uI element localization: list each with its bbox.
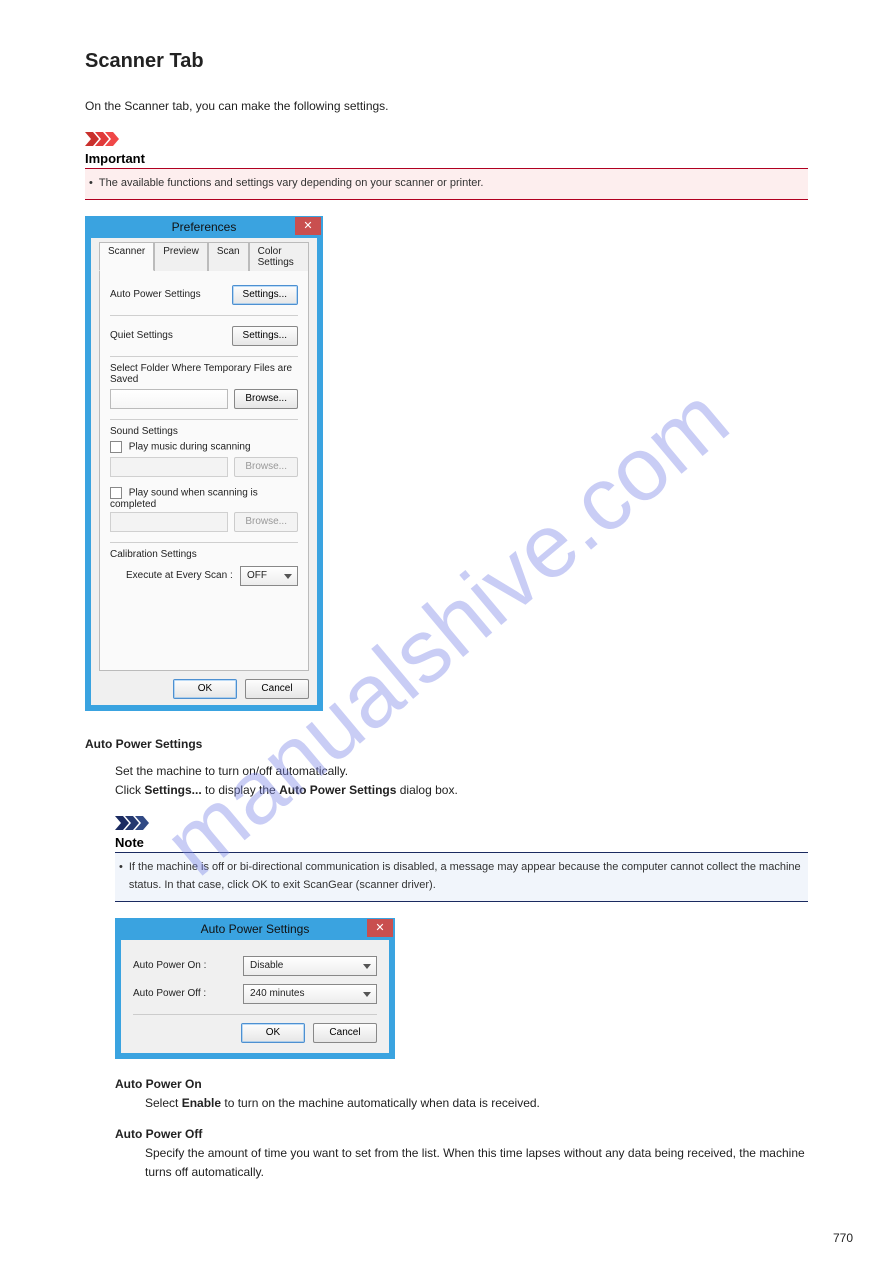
chevron-important-icon [85,132,121,146]
play-music-label: Play music during scanning [129,441,251,452]
important-rule [85,199,808,200]
auto-power-desc1: Set the machine to turn on/off automatic… [115,762,808,781]
page-number: 770 [833,1231,853,1245]
cancel-button[interactable]: Cancel [313,1023,377,1043]
row-auto-off: Auto Power Off : 240 minutes [133,980,377,1008]
auto-off-select[interactable]: 240 minutes [243,984,377,1004]
auto-power-settings-button[interactable]: Settings... [232,285,298,305]
row-calibration: Execute at Every Scan : OFF [110,562,298,590]
ok-button[interactable]: OK [241,1023,305,1043]
auto-power-dialog: Auto Power Settings ✕ Auto Power On : Di… [115,918,395,1059]
row-quiet: Quiet Settings Settings... [110,322,298,357]
page-content: Scanner Tab On the Scanner tab, you can … [0,0,893,1182]
folder-path-field[interactable] [110,389,228,409]
row-auto-power: Auto Power Settings Settings... [110,281,298,316]
titlebar: Preferences ✕ [85,216,323,238]
auto-off-label: Auto Power Off : [133,988,243,999]
page-title: Scanner Tab [85,50,808,73]
dialog-body: Scanner Preview Scan Color Settings Auto… [91,238,317,705]
browse-complete-button: Browse... [234,512,298,532]
ok-button[interactable]: OK [173,679,237,699]
tabpanel-scanner: Auto Power Settings Settings... Quiet Se… [99,270,309,671]
tab-preview[interactable]: Preview [154,242,208,271]
auto-off-block: Auto Power Off Specify the amount of tim… [115,1125,808,1183]
important-band: • The available functions and settings v… [85,168,808,199]
dialog-button-bar: OK Cancel [99,671,309,699]
row-complete-file: Browse... [110,510,298,543]
row-play-music-check: Play music during scanning [110,439,298,455]
bullet-dot: • [89,175,93,193]
auto-on-select[interactable]: Disable [243,956,377,976]
note-block: Note • If the machine is off or bi-direc… [115,816,808,901]
cancel-button[interactable]: Cancel [245,679,309,699]
music-file-field [110,457,228,477]
auto-on-block: Auto Power On Select Enable to turn on t… [115,1075,808,1113]
auto-power-section: Auto Power Settings Set the machine to t… [85,735,808,1183]
note-heading: Note [115,835,808,850]
row-folder: Browse... [110,387,298,420]
row-music-file: Browse... [110,455,298,481]
auto-off-heading: Auto Power Off [115,1125,808,1144]
play-complete-label: Play sound when scanning is completed [110,487,258,509]
execute-label: Execute at Every Scan : [126,570,233,581]
auto-power-label: Auto Power Settings [110,289,201,300]
important-heading: Important [85,151,808,166]
calibration-label: Calibration Settings [110,549,298,560]
note-band: • If the machine is off or bi-directiona… [115,852,808,900]
tab-color-settings[interactable]: Color Settings [249,242,309,271]
row-play-complete-check: Play sound when scanning is completed [110,487,298,510]
titlebar-text: Preferences [172,220,237,234]
execute-select[interactable]: OFF [240,566,298,586]
folder-label: Select Folder Where Temporary Files are … [110,363,298,385]
auto-on-value: Disable [250,960,283,971]
chevron-note-icon [115,816,151,830]
tab-scan[interactable]: Scan [208,242,249,271]
intro-text: On the Scanner tab, you can make the fol… [85,97,808,116]
tabs: Scanner Preview Scan Color Settings [99,242,309,271]
auto-on-label: Auto Power On : [133,960,243,971]
browse-music-button: Browse... [234,457,298,477]
note-bullet-text: If the machine is off or bi-directional … [129,859,804,894]
titlebar: Auto Power Settings ✕ [115,918,395,940]
auto-on-text: Select Enable to turn on the machine aut… [145,1094,808,1113]
aps-body: Auto Power On : Disable Auto Power Off :… [121,940,389,1053]
row-auto-on: Auto Power On : Disable [133,952,377,980]
titlebar-text: Auto Power Settings [201,922,310,936]
auto-off-value: 240 minutes [250,988,304,999]
close-icon[interactable]: ✕ [295,217,321,235]
auto-on-heading: Auto Power On [115,1075,808,1094]
execute-value: OFF [247,570,267,581]
note-rule [115,901,808,902]
play-music-checkbox[interactable] [110,441,122,453]
preferences-dialog: Preferences ✕ Scanner Preview Scan Color… [85,216,323,711]
auto-off-text: Specify the amount of time you want to s… [145,1144,808,1182]
important-text: The available functions and settings var… [99,175,484,193]
browse-folder-button[interactable]: Browse... [234,389,298,409]
auto-power-heading: Auto Power Settings [85,735,808,754]
tab-scanner[interactable]: Scanner [99,242,154,271]
close-icon[interactable]: ✕ [367,919,393,937]
quiet-settings-button[interactable]: Settings... [232,326,298,346]
play-complete-checkbox[interactable] [110,487,122,499]
sound-settings-label: Sound Settings [110,426,298,437]
auto-power-desc2: Click Settings... to display the Auto Po… [115,781,808,800]
aps-button-bar: OK Cancel [133,1023,377,1043]
complete-file-field [110,512,228,532]
aps-divider [133,1014,377,1015]
bullet-dot: • [119,859,123,894]
quiet-label: Quiet Settings [110,330,173,341]
